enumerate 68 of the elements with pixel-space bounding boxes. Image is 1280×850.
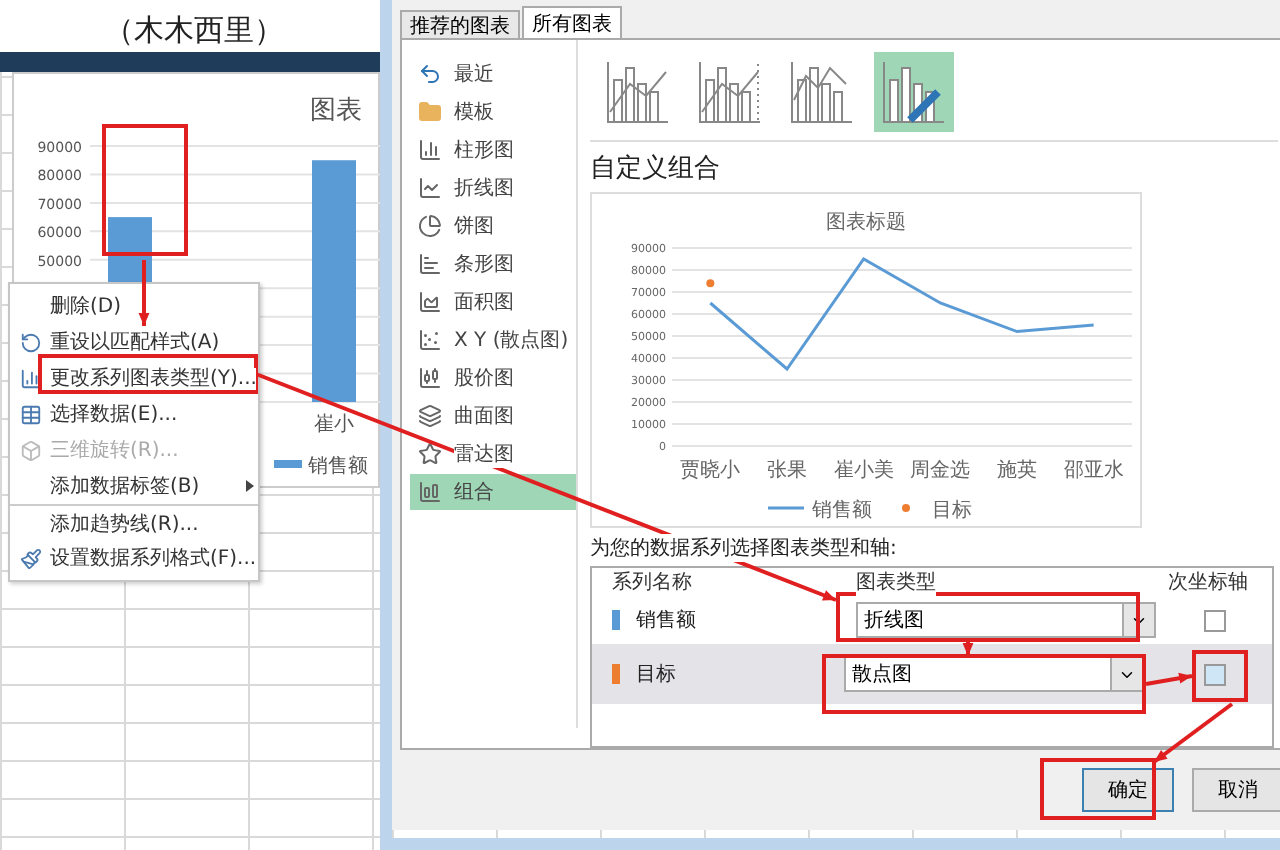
combo-chart-icon (602, 56, 674, 128)
folder-icon (418, 100, 442, 124)
pie-chart-icon (418, 214, 442, 238)
menu-item[interactable]: 添加数据标签(B) (10, 468, 258, 504)
menu-item[interactable]: 添加趋势线(R)... (10, 504, 258, 540)
combo-chart-icon (694, 56, 766, 128)
paintbrush-icon (19, 547, 41, 569)
submenu-arrow-icon (242, 478, 258, 494)
column-chart-icon (19, 367, 41, 389)
table-icon (19, 403, 41, 425)
area-chart-icon (418, 290, 442, 314)
legend-label: 销售额 (308, 456, 368, 478)
axis-label: 施英 (997, 460, 1037, 483)
secondary-axis-checkbox[interactable] (1204, 609, 1226, 632)
layers-icon (418, 404, 442, 428)
legend-swatch (274, 460, 302, 468)
secondary-axis-checkbox[interactable] (1204, 663, 1226, 686)
annotation-arrow (1145, 672, 1193, 686)
annotation-box (1040, 758, 1156, 820)
tab[interactable]: 所有图表 (522, 6, 622, 38)
scatter-chart-icon (418, 328, 442, 352)
combo-subtype-button[interactable] (874, 52, 954, 132)
candlestick-chart-icon (418, 366, 442, 390)
combo-chart-icon (418, 480, 442, 504)
undo-arrow-icon (418, 62, 442, 86)
dialog-button[interactable]: 确定 (1082, 768, 1174, 812)
column-header: 图表类型 (856, 568, 936, 597)
column-header: 次坐标轴 (1168, 568, 1248, 597)
line-chart-icon (418, 176, 442, 200)
legend-label: 目标 (932, 500, 972, 523)
star-icon (418, 442, 442, 466)
series-name: 目标 (636, 661, 676, 689)
axis-label: 邵亚水 (1063, 460, 1124, 483)
combo-chart-icon (786, 56, 858, 128)
tab[interactable]: 推荐的图表 (400, 10, 520, 38)
chart-type-item[interactable]: 组合 (410, 474, 576, 510)
series-prompt: 为您的数据系列选择图表类型和轴: (590, 534, 897, 563)
chart-title: 图表 (310, 96, 362, 126)
annotation-box (1192, 650, 1248, 702)
column-chart-icon (418, 138, 442, 162)
legend-label: 销售额 (812, 500, 872, 523)
section-heading: 自定义组合 (590, 152, 722, 189)
menu-item[interactable]: 选择数据(E)... (10, 396, 258, 432)
axis-label: 崔小美 (833, 460, 894, 483)
axis-label: 周金选 (910, 460, 971, 483)
chart-title: 图表标题 (826, 212, 906, 235)
axis-label: 张果 (767, 460, 807, 483)
combo-chart-icon (878, 56, 950, 128)
annotation-arrow (1152, 702, 1234, 764)
menu-item[interactable]: 删除(D) (10, 288, 258, 324)
annotation-box (102, 124, 188, 256)
data-point (902, 504, 910, 513)
sheet-subtitle: （木木西里） (0, 0, 380, 52)
annotation-arrow (138, 260, 150, 326)
cube-icon (19, 439, 41, 461)
column-header: 系列名称 (612, 568, 692, 597)
menu-item[interactable]: 设置数据系列格式(F)... (10, 540, 258, 576)
bar-chart-icon (418, 252, 442, 276)
series-name: 销售额 (636, 607, 696, 635)
dialog-button[interactable]: 取消 (1192, 768, 1280, 812)
reset-icon (19, 331, 41, 353)
data-point (706, 279, 715, 288)
axis-label: 崔小 (314, 414, 354, 436)
chart-type-dropdown[interactable]: 散点图 (844, 656, 1144, 693)
annotation-arrow (962, 642, 974, 656)
menu-item[interactable]: 重设以匹配样式(A) (10, 324, 258, 360)
axis-label: 贾晓小 (680, 460, 741, 483)
chart-type-dropdown[interactable]: 折线图 (856, 602, 1156, 639)
